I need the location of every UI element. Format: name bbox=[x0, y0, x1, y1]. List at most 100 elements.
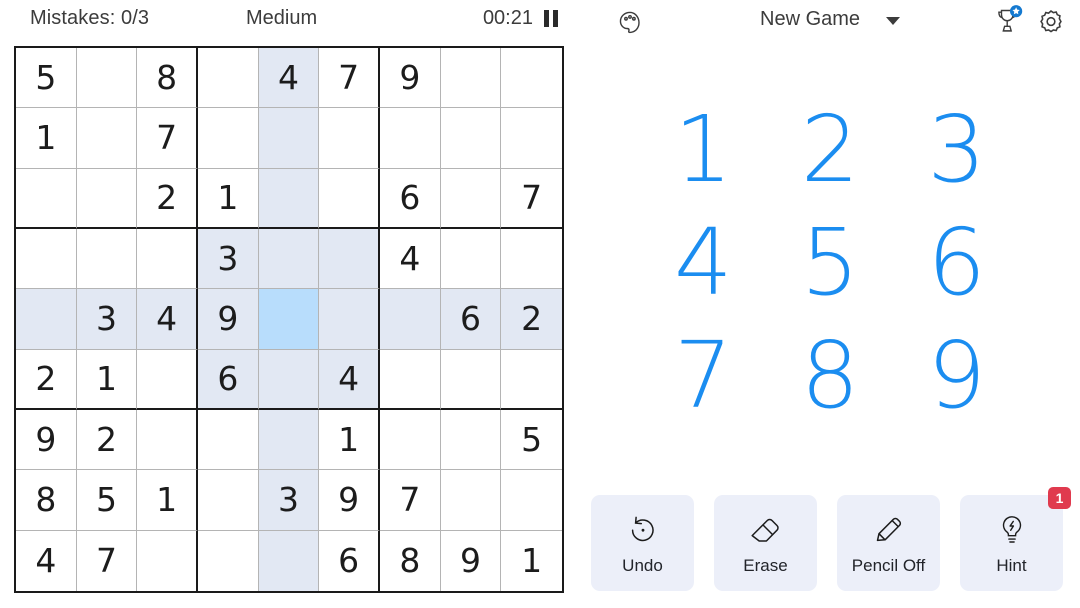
cell-r9-c6[interactable]: 6 bbox=[319, 530, 380, 591]
cell-r4-c9[interactable] bbox=[501, 229, 562, 290]
cell-r4-c7[interactable]: 4 bbox=[380, 228, 441, 290]
hint-button[interactable]: Hint 1 bbox=[960, 487, 1071, 591]
numpad-key-6[interactable]: 6 bbox=[893, 206, 1020, 319]
cell-r9-c1[interactable]: 4 bbox=[16, 530, 77, 591]
cell-r1-c5[interactable]: 4 bbox=[258, 48, 320, 109]
cell-r5-c7[interactable] bbox=[380, 289, 441, 350]
cell-r1-c8[interactable] bbox=[440, 48, 502, 109]
cell-r1-c6[interactable]: 7 bbox=[319, 48, 380, 109]
cell-r1-c9[interactable] bbox=[501, 48, 562, 109]
palette-icon[interactable] bbox=[613, 7, 647, 37]
cell-r4-c4[interactable]: 3 bbox=[198, 228, 259, 290]
cell-r7-c4[interactable] bbox=[198, 409, 259, 471]
cell-r3-c6[interactable] bbox=[319, 168, 380, 229]
cell-r8-c9[interactable] bbox=[501, 470, 562, 531]
cell-r6-c7[interactable] bbox=[380, 349, 441, 410]
cell-r2-c6[interactable] bbox=[319, 108, 380, 169]
cell-r3-c2[interactable] bbox=[76, 168, 138, 229]
cell-r3-c5[interactable] bbox=[258, 168, 320, 229]
cell-r2-c2[interactable] bbox=[76, 108, 138, 169]
pencil-off-button[interactable]: Pencil Off bbox=[837, 495, 940, 591]
cell-r8-c7[interactable]: 7 bbox=[380, 470, 441, 531]
cell-r1-c1[interactable]: 5 bbox=[16, 48, 77, 109]
cell-r8-c1[interactable]: 8 bbox=[16, 470, 77, 531]
cell-r4-c2[interactable] bbox=[76, 228, 138, 290]
cell-r7-c8[interactable] bbox=[440, 409, 502, 471]
sudoku-board[interactable]: 58479172167343496221649215851397476891 bbox=[14, 46, 564, 593]
cell-r7-c3[interactable] bbox=[137, 409, 198, 471]
cell-r1-c3[interactable]: 8 bbox=[137, 48, 198, 109]
cell-r1-c4[interactable] bbox=[198, 48, 259, 109]
cell-r6-c8[interactable] bbox=[440, 349, 502, 410]
cell-r9-c9[interactable]: 1 bbox=[501, 531, 562, 591]
numpad-key-3[interactable]: 3 bbox=[893, 93, 1020, 206]
cell-r6-c1[interactable]: 2 bbox=[16, 349, 77, 410]
cell-r6-c4[interactable]: 6 bbox=[198, 349, 259, 410]
cell-r9-c2[interactable]: 7 bbox=[77, 530, 138, 591]
cell-r6-c9[interactable] bbox=[501, 350, 562, 410]
cell-r8-c5[interactable]: 3 bbox=[258, 470, 320, 531]
cell-r5-c9[interactable]: 2 bbox=[501, 289, 562, 350]
cell-r4-c6[interactable] bbox=[319, 228, 380, 290]
cell-r7-c2[interactable]: 2 bbox=[76, 409, 138, 471]
pause-icon[interactable] bbox=[544, 9, 558, 28]
cell-r9-c8[interactable]: 9 bbox=[441, 530, 502, 591]
cell-r7-c1[interactable]: 9 bbox=[16, 409, 77, 471]
cell-r3-c1[interactable] bbox=[16, 168, 77, 229]
undo-button[interactable]: Undo bbox=[591, 495, 694, 591]
cell-r3-c8[interactable] bbox=[440, 168, 502, 229]
cell-r8-c4[interactable] bbox=[198, 470, 259, 531]
cell-r6-c6[interactable]: 4 bbox=[319, 349, 380, 410]
cell-r2-c7[interactable] bbox=[380, 108, 441, 169]
cell-r5-c5[interactable] bbox=[258, 289, 320, 350]
numpad-key-8[interactable]: 8 bbox=[767, 320, 894, 433]
new-game-button[interactable]: New Game bbox=[760, 8, 901, 31]
numpad-key-5[interactable]: 5 bbox=[767, 206, 894, 319]
numpad-key-4[interactable]: 4 bbox=[640, 206, 767, 319]
number-pad[interactable]: 123 456 789 bbox=[640, 93, 1020, 433]
cell-r7-c7[interactable] bbox=[380, 409, 441, 471]
cell-r8-c8[interactable] bbox=[440, 470, 502, 531]
cell-r8-c2[interactable]: 5 bbox=[76, 470, 138, 531]
cell-r4-c3[interactable] bbox=[137, 228, 198, 290]
cell-r3-c3[interactable]: 2 bbox=[137, 168, 198, 229]
cell-r4-c5[interactable] bbox=[258, 228, 320, 290]
cell-r3-c4[interactable]: 1 bbox=[198, 168, 259, 229]
cell-r8-c3[interactable]: 1 bbox=[137, 470, 198, 531]
numpad-key-9[interactable]: 9 bbox=[893, 320, 1020, 433]
erase-button[interactable]: Erase bbox=[714, 495, 817, 591]
numpad-key-1[interactable]: 1 bbox=[640, 93, 767, 206]
cell-r7-c6[interactable]: 1 bbox=[319, 409, 380, 471]
cell-r5-c3[interactable]: 4 bbox=[137, 289, 198, 350]
numpad-key-7[interactable]: 7 bbox=[640, 320, 767, 433]
cell-r5-c2[interactable]: 3 bbox=[76, 289, 138, 350]
cell-r5-c1[interactable] bbox=[16, 289, 77, 350]
cell-r2-c8[interactable] bbox=[440, 108, 502, 169]
cell-r2-c3[interactable]: 7 bbox=[137, 108, 198, 169]
cell-r4-c8[interactable] bbox=[440, 228, 502, 290]
cell-r3-c9[interactable]: 7 bbox=[501, 169, 562, 229]
cell-r7-c9[interactable]: 5 bbox=[501, 410, 562, 471]
cell-r2-c4[interactable] bbox=[198, 108, 259, 169]
cell-r7-c5[interactable] bbox=[258, 409, 320, 471]
cell-r9-c4[interactable] bbox=[198, 530, 259, 591]
cell-r9-c7[interactable]: 8 bbox=[380, 530, 441, 591]
cell-r2-c9[interactable] bbox=[501, 108, 562, 169]
cell-r9-c3[interactable] bbox=[137, 530, 198, 591]
cell-r1-c2[interactable] bbox=[76, 48, 138, 109]
cell-r6-c3[interactable] bbox=[137, 349, 198, 410]
cell-r2-c5[interactable] bbox=[258, 108, 320, 169]
trophy-icon[interactable] bbox=[992, 4, 1024, 38]
cell-r5-c4[interactable]: 9 bbox=[198, 289, 259, 350]
cell-r4-c1[interactable] bbox=[16, 228, 77, 290]
cell-r5-c6[interactable] bbox=[319, 289, 380, 350]
cell-r6-c2[interactable]: 1 bbox=[76, 349, 138, 410]
cell-r9-c5[interactable] bbox=[258, 530, 320, 591]
cell-r3-c7[interactable]: 6 bbox=[380, 168, 441, 229]
numpad-key-2[interactable]: 2 bbox=[767, 93, 894, 206]
cell-r2-c1[interactable]: 1 bbox=[16, 108, 77, 169]
cell-r6-c5[interactable] bbox=[258, 349, 320, 410]
cell-r5-c8[interactable]: 6 bbox=[440, 289, 502, 350]
cell-r1-c7[interactable]: 9 bbox=[380, 48, 441, 109]
cell-r8-c6[interactable]: 9 bbox=[319, 470, 380, 531]
